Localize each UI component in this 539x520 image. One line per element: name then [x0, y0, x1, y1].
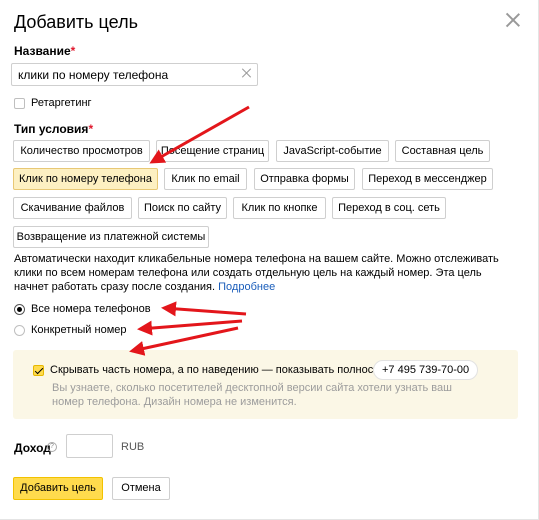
income-input[interactable] [66, 434, 113, 458]
required-mark: * [88, 122, 94, 136]
retargeting-label: Ретаргетинг [31, 97, 92, 109]
condition-page-views[interactable]: Количество просмотров [13, 140, 150, 162]
condition-page-visits[interactable]: Посещение страниц [156, 140, 269, 162]
hide-number-checkbox[interactable]: Скрывать часть номера, а по наведению — … [33, 364, 395, 376]
condition-email-click[interactable]: Клик по email [164, 168, 247, 190]
goal-name-input[interactable] [11, 63, 258, 86]
condition-composite[interactable]: Составная цель [395, 140, 490, 162]
retargeting-checkbox-box[interactable] [14, 97, 25, 109]
red-annotation-arrow [129, 326, 239, 356]
add-goal-button[interactable]: Добавить цель [13, 477, 103, 500]
red-annotation-arrow [161, 301, 247, 317]
currency-label: RUB [121, 441, 145, 453]
cancel-button[interactable]: Отмена [112, 477, 170, 500]
condition-label: Тип условия* [14, 122, 93, 136]
close-icon[interactable] [505, 12, 521, 28]
radio-specific-number-dot[interactable] [14, 324, 25, 336]
condition-messenger[interactable]: Переход в мессенджер [362, 168, 493, 190]
condition-file-download[interactable]: Скачивание файлов [13, 197, 132, 219]
add-goal-dialog: Добавить цель Название* Ретаргетинг Тип … [0, 0, 539, 520]
income-label: Доход [14, 441, 51, 455]
name-label: Название* [14, 44, 75, 58]
radio-all-numbers-dot[interactable] [14, 303, 25, 315]
retargeting-checkbox[interactable]: Ретаргетинг [14, 97, 92, 109]
phone-example-badge: +7 495 739-70-00 [373, 360, 479, 380]
radio-all-numbers-label: Все номера телефонов [31, 303, 151, 315]
condition-javascript-event[interactable]: JavaScript-событие [276, 140, 389, 162]
condition-label-text: Тип условия [14, 122, 89, 136]
condition-payment-return[interactable]: Возвращение из платежной системы [13, 226, 209, 248]
radio-all-numbers[interactable]: Все номера телефонов [14, 303, 151, 315]
dialog-title: Добавить цель [14, 12, 138, 32]
red-annotation-arrow [137, 319, 243, 336]
radio-specific-number-label: Конкретный номер [31, 324, 127, 336]
name-label-text: Название [14, 44, 71, 58]
condition-description: Автоматически находит кликабельные номер… [14, 252, 519, 294]
condition-site-search[interactable]: Поиск по сайту [138, 197, 227, 219]
question-icon[interactable]: ? [47, 442, 57, 452]
condition-form-submit[interactable]: Отправка формы [254, 168, 355, 190]
condition-phone-click[interactable]: Клик по номеру телефона [13, 168, 158, 190]
clear-icon[interactable] [242, 68, 252, 78]
hide-number-checkbox-box[interactable] [33, 364, 44, 376]
condition-button-click[interactable]: Клик по кнопке [233, 197, 326, 219]
hide-number-hint: Вы узнаете, сколько посетителей десктопн… [52, 382, 452, 408]
radio-specific-number[interactable]: Конкретный номер [14, 324, 127, 336]
required-mark: * [70, 44, 76, 58]
condition-social-network[interactable]: Переход в соц. сеть [332, 197, 446, 219]
details-link[interactable]: Подробнее [218, 281, 275, 293]
hide-number-label: Скрывать часть номера, а по наведению — … [50, 364, 396, 376]
